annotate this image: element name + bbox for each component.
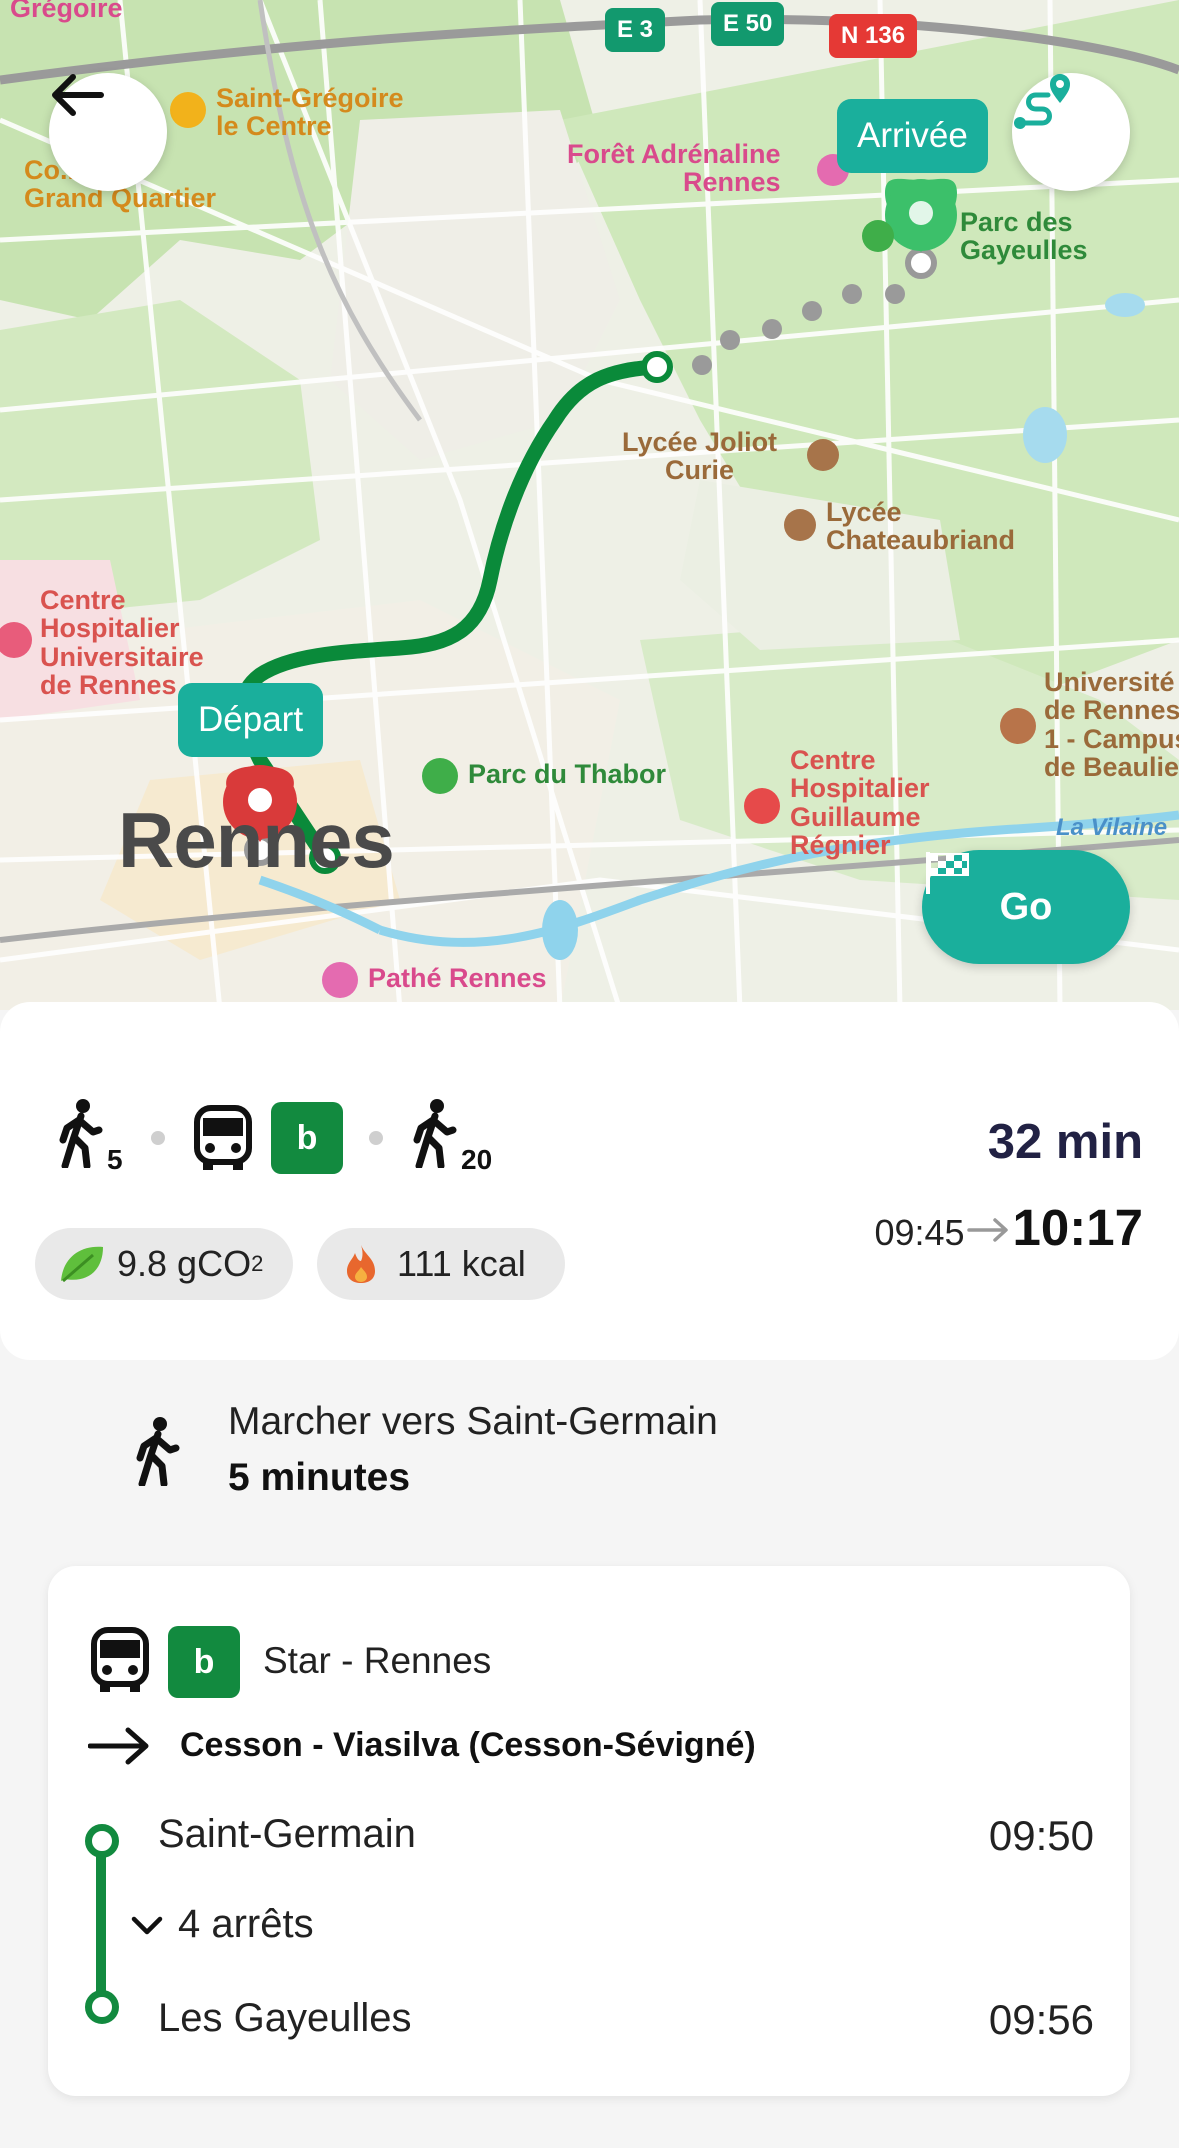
checkered-flag-icon <box>926 852 969 894</box>
bus-leg-card[interactable]: b Star - Rennes Cesson - Viasilva (Cesso… <box>48 1566 1130 2096</box>
map-label-universite-rennes: Université de Rennes 1 - Campus de Beaul… <box>1044 667 1179 783</box>
arrow-right-icon <box>966 1218 1008 1242</box>
stop-name-end: Les Gayeulles <box>158 1996 412 2040</box>
co2-chip: 9.8 gCO 2 <box>35 1228 293 1300</box>
back-button[interactable] <box>49 73 167 191</box>
kcal-value: 111 kcal <box>397 1243 526 1284</box>
walk-segment: 5 <box>55 1098 125 1178</box>
co2-subscript: 2 <box>251 1251 264 1276</box>
map-label-pathe-rennes: Pathé Rennes <box>368 963 547 993</box>
leaf-icon <box>61 1246 103 1283</box>
separator-dot <box>369 1131 383 1145</box>
map-label-parc-gayeulles: Parc des Gayeulles <box>960 207 1088 266</box>
trip-duration: 32 min <box>987 1115 1143 1169</box>
walk-instruction: Marcher vers Saint-Germain <box>228 1400 718 1443</box>
go-button[interactable]: Go <box>922 850 1130 964</box>
kcal-chip: 111 kcal <box>317 1228 565 1300</box>
arrow-left-icon <box>52 74 104 116</box>
trip-times: 09:45 10:17 <box>874 1198 1143 1257</box>
map-label-saint-gregoire: Saint-Grégoire le Centre <box>216 83 404 142</box>
route-icon <box>1014 74 1070 129</box>
separator-dot <box>151 1131 165 1145</box>
bus-icon <box>194 1105 252 1170</box>
walk2-minutes: 20 <box>461 1144 493 1175</box>
map-label-lycee-chateaubriand: Lycée Chateaubriand <box>826 497 1016 556</box>
route-options-button[interactable] <box>1012 73 1130 191</box>
stop-time-end: 09:56 <box>988 1996 1094 2043</box>
trip-summary-card[interactable]: 5 b 20 32 min 09:45 10:17 9.8 gCO 2 111 … <box>0 1002 1179 1360</box>
operator-name: Star - Rennes <box>263 1640 492 1681</box>
mode-sequence: 5 b 20 <box>55 1098 492 1178</box>
stop-marker <box>85 1824 119 1858</box>
route-map[interactable]: E 3 E 50 N 136 Grégoire Saint-Grégoire l… <box>0 0 1179 1010</box>
map-label-ch-guillaume-regnier: Centre Hospitalier Guillaume Régnier <box>790 745 930 861</box>
map-label-parc-thabor: Parc du Thabor <box>468 759 667 789</box>
walk-icon <box>136 1417 180 1486</box>
line-badge: b <box>271 1102 343 1174</box>
stop-name-start: Saint-Germain <box>158 1812 416 1856</box>
walk-segment: 20 <box>409 1098 492 1178</box>
expand-stops-toggle[interactable]: 4 arrêts <box>130 1902 314 1947</box>
map-label-gregoire: Grégoire <box>10 0 123 23</box>
arrival-pill[interactable]: Arrivée <box>837 99 988 173</box>
walk-icon <box>59 1099 103 1170</box>
map-label-chu-rennes: Centre Hospitalier Universitaire de Renn… <box>40 585 204 701</box>
co2-value: 9.8 gCO <box>117 1243 252 1284</box>
arrival-time: 10:17 <box>1012 1199 1143 1256</box>
intermediate-stops-label: 4 arrêts <box>178 1902 314 1946</box>
stop-time-start: 09:50 <box>988 1812 1094 1859</box>
map-label-lycee-joliot-curie: Lycée Joliot Curie <box>622 427 778 486</box>
road-shield-n136: N 136 <box>829 14 918 58</box>
stop-marker <box>85 1990 119 2024</box>
direction-label: Cesson - Viasilva (Cesson-Sévigné) <box>180 1726 756 1764</box>
route-line <box>96 1842 106 2014</box>
departure-pill[interactable]: Départ <box>178 683 324 757</box>
road-shield-e50: E 50 <box>711 2 785 46</box>
walk-icon <box>413 1099 457 1170</box>
walk1-minutes: 5 <box>107 1144 123 1175</box>
map-label-city: Rennes <box>118 796 395 884</box>
flame-icon <box>347 1245 375 1283</box>
line-badge: b <box>168 1626 240 1698</box>
walk-duration: 5 minutes <box>228 1456 411 1499</box>
map-label-foret-adrenaline: Forêt Adrénaline Rennes <box>567 139 781 198</box>
road-shield-e3: E 3 <box>605 8 666 52</box>
bus-icon <box>91 1627 149 1692</box>
go-label: Go <box>999 885 1053 928</box>
walk-step[interactable]: Marcher vers Saint-Germain 5 minutes <box>0 1370 1179 1520</box>
map-label-la-vilaine: La Vilaine <box>1056 814 1168 841</box>
departure-time: 09:45 <box>874 1212 965 1253</box>
chevron-down-icon <box>131 1916 163 1934</box>
direction-arrow-icon <box>88 1727 149 1765</box>
